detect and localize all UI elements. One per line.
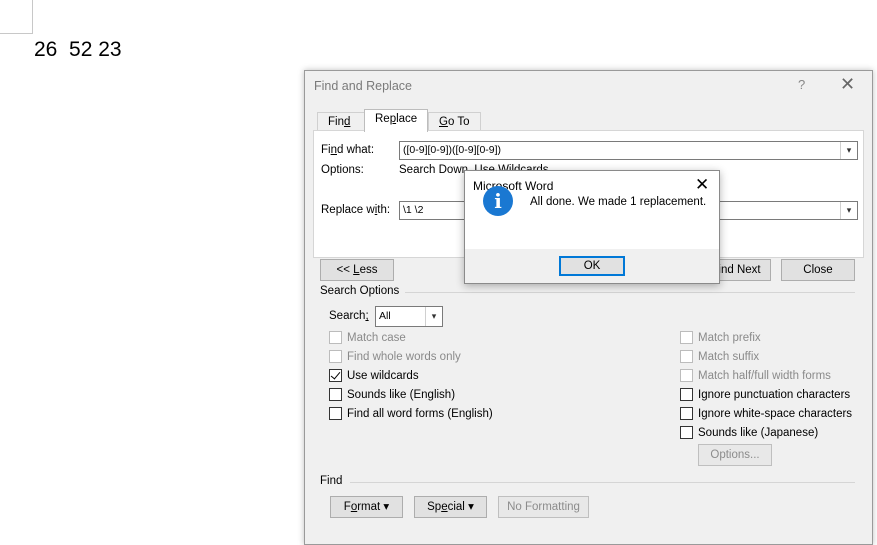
page-corner-marker (0, 0, 33, 34)
chevron-down-icon[interactable]: ▾ (425, 307, 442, 326)
ok-button[interactable]: OK (559, 256, 625, 276)
info-icon: i (483, 186, 513, 216)
ignore-punctuation-checkbox[interactable]: Ignore punctuation characters (680, 388, 850, 401)
message-box: Microsoft Word ✕ i All done. We made 1 r… (464, 170, 720, 284)
use-wildcards-checkbox[interactable]: Use wildcards (329, 369, 419, 382)
checkbox-box (680, 407, 693, 420)
divider (350, 482, 855, 483)
chevron-down-icon[interactable]: ▾ (840, 142, 857, 159)
match-prefix-checkbox[interactable]: Match prefix (680, 331, 761, 344)
less-button[interactable]: << Less (320, 259, 394, 281)
find-section-title: Find (320, 475, 343, 487)
tab-replace[interactable]: Replace (364, 109, 428, 132)
message-box-close-icon[interactable]: ✕ (695, 175, 709, 195)
search-direction-value: All (379, 310, 391, 322)
checkbox-box (329, 388, 342, 401)
match-case-checkbox[interactable]: Match case (329, 331, 406, 344)
checkbox-box (329, 331, 342, 344)
search-direction-select[interactable]: All ▾ (375, 306, 443, 327)
dropdown-arrow-icon: ▾ (383, 501, 390, 513)
options-button[interactable]: Options... (698, 444, 772, 466)
find-whole-words-checkbox[interactable]: Find whole words only (329, 350, 461, 363)
checkbox-box (680, 369, 693, 382)
chevron-down-icon[interactable]: ▾ (840, 202, 857, 219)
options-label: Options: (321, 164, 364, 176)
tab-find[interactable]: Find (317, 112, 369, 132)
dialog-title: Find and Replace (314, 79, 412, 93)
checkbox-box (680, 331, 693, 344)
checkbox-box (329, 407, 342, 420)
sounds-like-english-checkbox[interactable]: Sounds like (English) (329, 388, 455, 401)
checkbox-box (680, 426, 693, 439)
message-text: All done. We made 1 replacement. (530, 196, 707, 208)
ignore-white-space-checkbox[interactable]: Ignore white-space characters (680, 407, 852, 420)
help-icon[interactable]: ? (798, 77, 805, 92)
replace-with-label: Replace with: (321, 204, 391, 216)
match-suffix-checkbox[interactable]: Match suffix (680, 350, 759, 363)
search-options-title: Search Options (320, 285, 400, 297)
message-box-title: Microsoft Word (473, 179, 554, 193)
search-direction-label: Search; (329, 310, 369, 322)
no-formatting-button[interactable]: No Formatting (498, 496, 589, 518)
tab-go-to[interactable]: Go To (428, 112, 481, 132)
close-button[interactable]: Close (781, 259, 855, 281)
dialog-close-icon[interactable]: ✕ (840, 74, 855, 95)
checkbox-box (329, 350, 342, 363)
find-all-word-forms-checkbox[interactable]: Find all word forms (English) (329, 407, 493, 420)
checkmark-icon (329, 369, 342, 382)
replace-with-value: \1 \2 (403, 204, 424, 216)
checkbox-box (680, 350, 693, 363)
find-what-label: Find what: (321, 144, 375, 156)
dropdown-arrow-icon: ▾ (468, 501, 474, 513)
format-button[interactable]: Format ▾ (330, 496, 403, 518)
match-half-full-width-checkbox[interactable]: Match half/full width forms (680, 369, 831, 382)
find-what-input[interactable]: ([0-9][0-9])([0-9][0-9]) ▾ (399, 141, 858, 160)
divider (405, 292, 855, 293)
document-text[interactable]: 26 52 23 (34, 38, 122, 62)
special-button[interactable]: Special ▾ (414, 496, 487, 518)
find-replace-dialog: Find and Replace ? ✕ Find Replace Go To … (304, 70, 873, 545)
sounds-like-japanese-checkbox[interactable]: Sounds like (Japanese) (680, 426, 818, 439)
checkbox-box (680, 388, 693, 401)
find-what-value: ([0-9][0-9])([0-9][0-9]) (403, 144, 502, 156)
